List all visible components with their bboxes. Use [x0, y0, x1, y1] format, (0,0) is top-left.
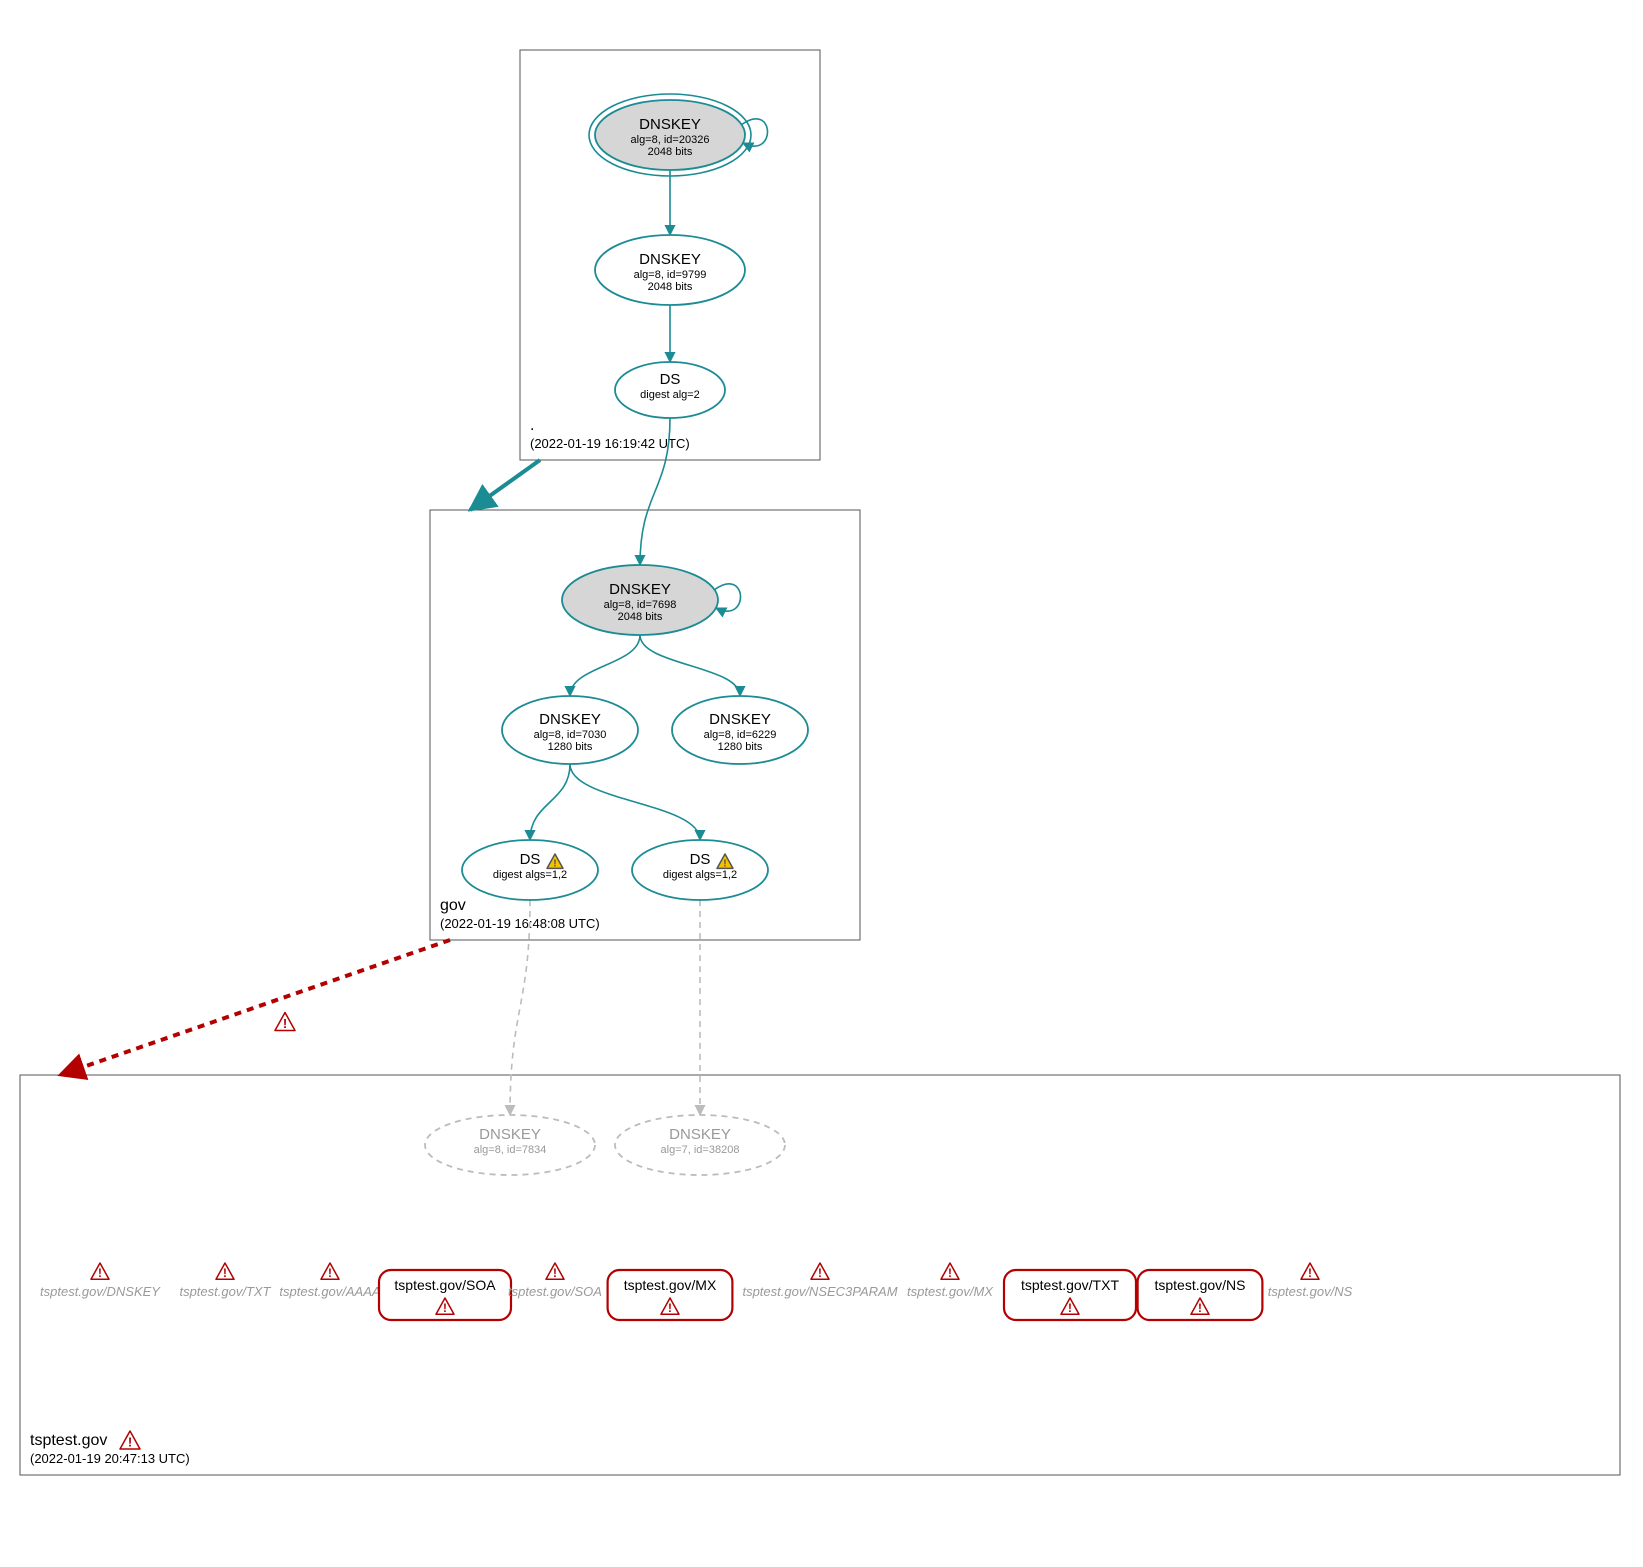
zone-edge: [60, 940, 450, 1075]
node-rootZSK: DNSKEYalg=8, id=97992048 bits: [595, 235, 745, 305]
svg-text:tsptest.gov/DNSKEY: tsptest.gov/DNSKEY: [40, 1284, 161, 1299]
node-govDS1: DSdigest algs=1,2: [462, 840, 598, 900]
svg-text:alg=8, id=20326: alg=8, id=20326: [631, 134, 710, 146]
rrset: tsptest.gov/AAAA: [279, 1284, 380, 1299]
svg-text:DNSKEY: DNSKEY: [669, 1126, 731, 1143]
svg-text:digest alg=2: digest alg=2: [640, 389, 700, 401]
svg-text:tsptest.gov/NS: tsptest.gov/NS: [1154, 1277, 1245, 1293]
svg-text:alg=8, id=7030: alg=8, id=7030: [534, 729, 607, 741]
svg-text:digest algs=1,2: digest algs=1,2: [663, 869, 737, 881]
svg-text:!: !: [723, 858, 726, 869]
svg-text:(2022-01-19 20:47:13 UTC): (2022-01-19 20:47:13 UTC): [30, 1451, 190, 1466]
dnssec-graph: . (2022-01-19 16:19:42 UTC) gov (2022-01-19…: [0, 0, 1643, 1567]
edge: [570, 635, 640, 696]
svg-text:tsptest.gov/NS: tsptest.gov/NS: [1268, 1284, 1353, 1299]
svg-text:(2022-01-19 16:19:42 UTC): (2022-01-19 16:19:42 UTC): [530, 436, 690, 451]
svg-text:!: !: [948, 1267, 952, 1280]
svg-text:tsptest.gov/MX: tsptest.gov/MX: [907, 1284, 994, 1299]
edge: [530, 764, 570, 840]
svg-text:DNSKEY: DNSKEY: [479, 1126, 541, 1143]
svg-text:2048 bits: 2048 bits: [648, 281, 693, 293]
svg-text:2048 bits: 2048 bits: [648, 146, 693, 158]
svg-text:!: !: [1198, 1302, 1202, 1315]
node-rootDS: DSdigest alg=2: [615, 362, 725, 418]
svg-text:1280 bits: 1280 bits: [548, 741, 593, 753]
edge: [570, 764, 700, 840]
svg-text:!: !: [1308, 1267, 1312, 1280]
svg-text:tsptest.gov/SOA: tsptest.gov/SOA: [394, 1277, 496, 1293]
node-govKSK: DNSKEYalg=8, id=76982048 bits: [562, 565, 741, 635]
svg-text:DS: DS: [660, 371, 681, 388]
svg-text:tsptest.gov/TXT: tsptest.gov/TXT: [1021, 1277, 1119, 1293]
svg-text:DNSKEY: DNSKEY: [639, 251, 701, 268]
svg-text:alg=8, id=6229: alg=8, id=6229: [704, 729, 777, 741]
svg-text:DS: DS: [520, 851, 541, 868]
svg-text:alg=8, id=7834: alg=8, id=7834: [474, 1144, 547, 1156]
svg-text:digest algs=1,2: digest algs=1,2: [493, 869, 567, 881]
rrset: tsptest.gov/NSEC3PARAM: [742, 1284, 897, 1299]
svg-text:DNSKEY: DNSKEY: [539, 711, 601, 728]
svg-text:2048 bits: 2048 bits: [618, 611, 663, 623]
edge: [510, 900, 530, 1115]
svg-text:tsptest.gov/SOA: tsptest.gov/SOA: [508, 1284, 602, 1299]
svg-text:tsptest.gov/AAAA: tsptest.gov/AAAA: [279, 1284, 380, 1299]
svg-text:1280 bits: 1280 bits: [718, 741, 763, 753]
svg-text:!: !: [128, 1435, 132, 1450]
svg-text:tsptest.gov: tsptest.gov: [30, 1432, 107, 1449]
node-govZSK1: DNSKEYalg=8, id=70301280 bits: [502, 696, 638, 764]
svg-text:DNSKEY: DNSKEY: [609, 581, 671, 598]
rrset: tsptest.gov/MX: [907, 1284, 994, 1299]
svg-text:!: !: [553, 858, 556, 869]
svg-text:!: !: [328, 1267, 332, 1280]
svg-text:!: !: [818, 1267, 822, 1280]
svg-text:tsptest.gov/NSEC3PARAM: tsptest.gov/NSEC3PARAM: [742, 1284, 897, 1299]
zone-edge: [470, 460, 540, 510]
svg-text:tsptest.gov/MX: tsptest.gov/MX: [624, 1277, 717, 1293]
svg-text:!: !: [668, 1302, 672, 1315]
rrset: tsptest.gov/DNSKEY: [40, 1284, 161, 1299]
rrset: tsptest.gov/TXT: [179, 1284, 271, 1299]
svg-text:!: !: [98, 1267, 102, 1280]
svg-text:(2022-01-19 16:48:08 UTC): (2022-01-19 16:48:08 UTC): [440, 916, 600, 931]
node-tspK2: DNSKEYalg=7, id=38208: [615, 1115, 785, 1175]
svg-text:!: !: [553, 1267, 557, 1280]
edge: [640, 635, 740, 696]
svg-text:tsptest.gov/TXT: tsptest.gov/TXT: [179, 1284, 271, 1299]
svg-text:DNSKEY: DNSKEY: [639, 116, 701, 133]
node-govZSK2: DNSKEYalg=8, id=62291280 bits: [672, 696, 808, 764]
svg-text:!: !: [223, 1267, 227, 1280]
svg-text:!: !: [443, 1302, 447, 1315]
svg-text:alg=7, id=38208: alg=7, id=38208: [661, 1144, 740, 1156]
node-rootKSK: DNSKEYalg=8, id=203262048 bits: [589, 94, 768, 176]
svg-text:DNSKEY: DNSKEY: [709, 711, 771, 728]
svg-text:gov: gov: [440, 897, 466, 914]
svg-text:alg=8, id=9799: alg=8, id=9799: [634, 269, 707, 281]
svg-text:alg=8, id=7698: alg=8, id=7698: [604, 599, 677, 611]
rrset: tsptest.gov/NS: [1268, 1284, 1353, 1299]
svg-text:!: !: [1068, 1302, 1072, 1315]
node-tspK1: DNSKEYalg=8, id=7834: [425, 1115, 595, 1175]
svg-text:.: .: [530, 417, 534, 434]
rrset: tsptest.gov/SOA: [508, 1284, 602, 1299]
svg-text:DS: DS: [690, 851, 711, 868]
node-govDS2: DSdigest algs=1,2: [632, 840, 768, 900]
svg-text:!: !: [283, 1016, 287, 1031]
